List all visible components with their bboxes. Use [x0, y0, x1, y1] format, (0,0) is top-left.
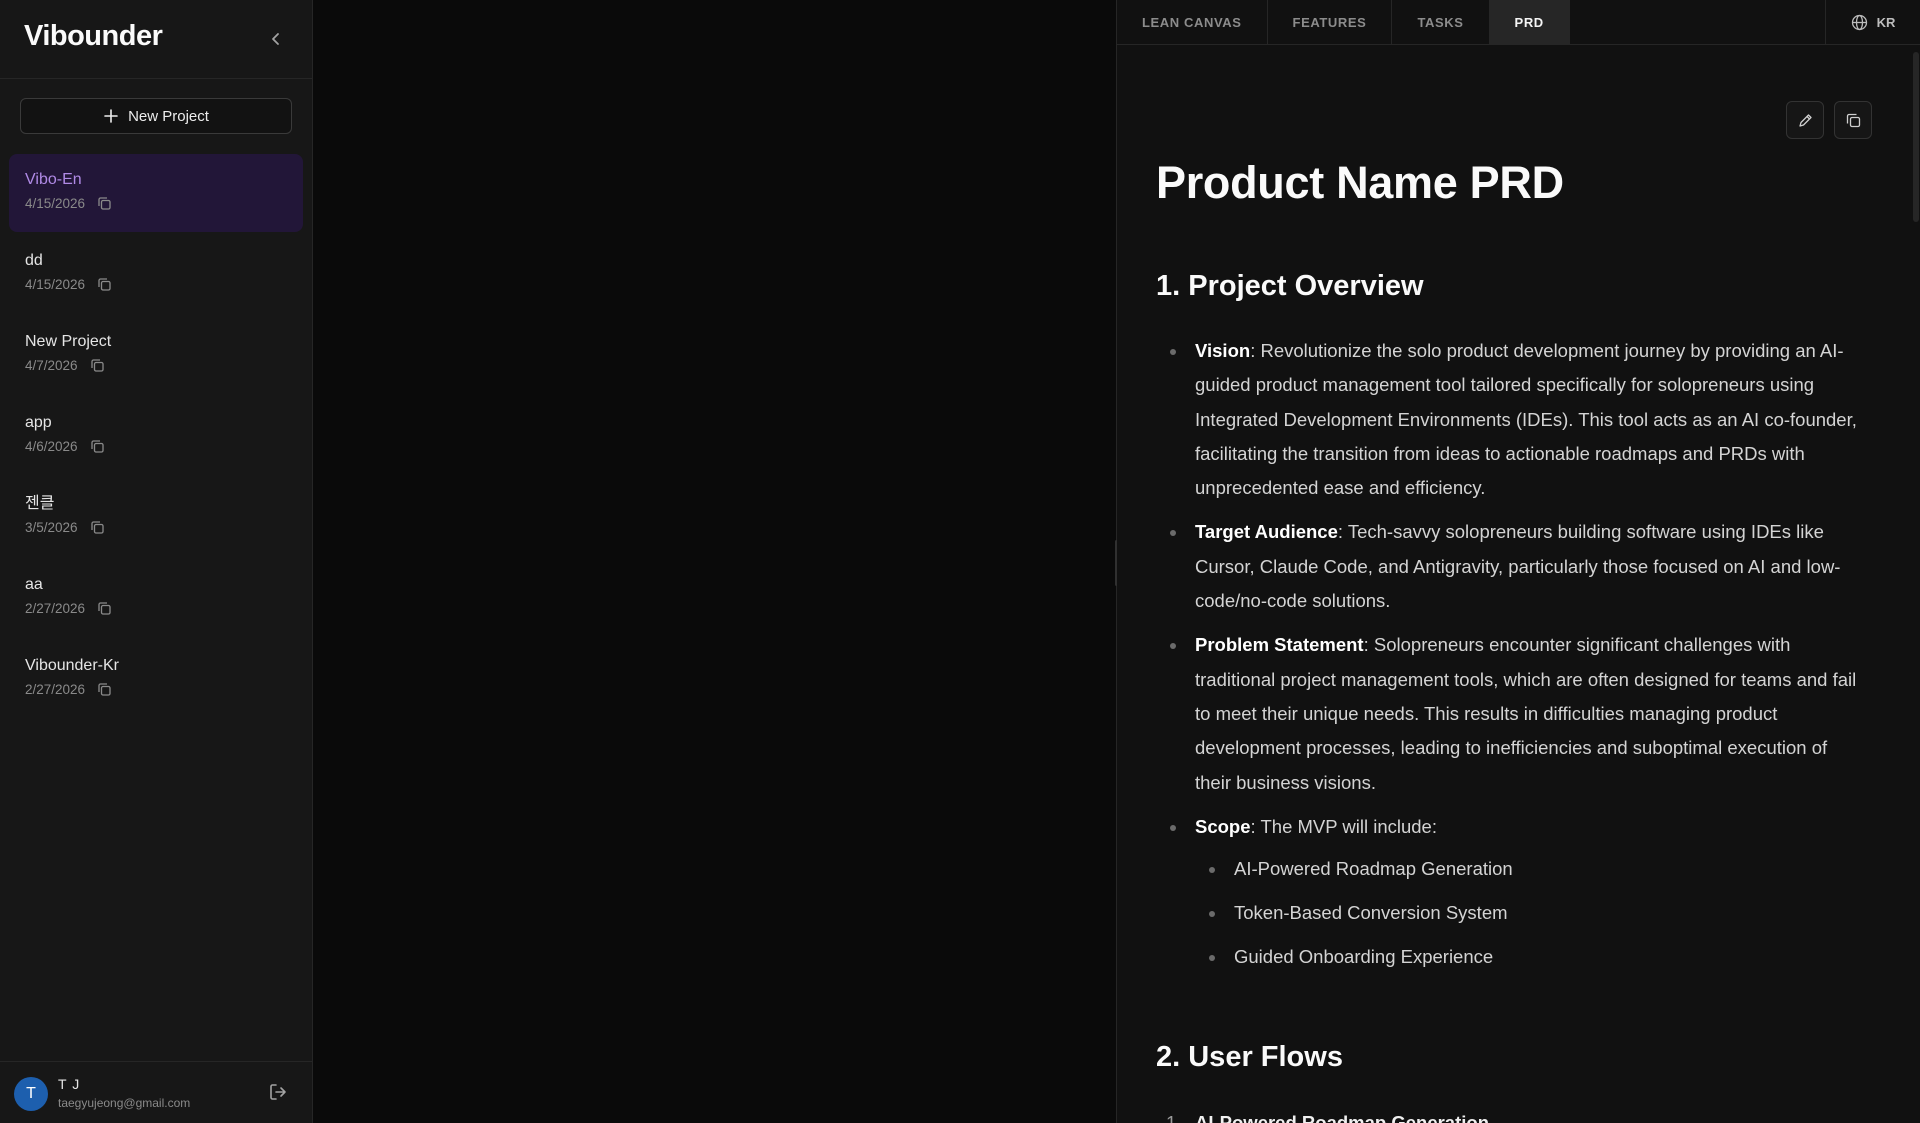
project-name: 젠클: [25, 495, 55, 512]
overview-list: Vision: Revolutionize the solo product d…: [1156, 334, 1868, 984]
list-item: 1. AI-Powered Roadmap Generation: [1156, 1106, 1489, 1123]
project-item-dd[interactable]: dd 4/15/2026: [9, 235, 303, 313]
new-project-label: New Project: [128, 107, 209, 125]
list-item-term: Target Audience: [1195, 521, 1338, 543]
logout-button[interactable]: [268, 1082, 288, 1107]
project-date: 4/15/2026: [25, 277, 86, 292]
copy-icon: [90, 359, 104, 372]
list-item-term: Vision: [1195, 340, 1251, 361]
logout-icon: [270, 1084, 286, 1100]
project-item-vibounder-kr[interactable]: Vibounder-Kr 2/27/2026: [9, 640, 303, 718]
user-name: T J: [58, 1076, 81, 1092]
project-date: 2/27/2026: [25, 682, 86, 697]
document-panel: LEAN CANVAS FEATURES TASKS PRD KR Produc…: [1117, 0, 1920, 1123]
project-date: 3/5/2026: [25, 520, 78, 535]
project-date: 2/27/2026: [25, 601, 86, 616]
project-name: app: [25, 414, 52, 431]
list-item: Target Audience: Tech-savvy solopreneurs…: [1156, 515, 1868, 618]
project-name: New Project: [25, 333, 112, 350]
user-profile: T T J taegyujeong@gmail.com: [0, 1061, 312, 1123]
list-item: AI-Powered Roadmap Generation: [1195, 852, 1868, 886]
project-date: 4/7/2026: [25, 358, 78, 373]
list-item-term: Scope: [1195, 815, 1251, 837]
user-email: taegyujeong@gmail.com: [58, 1096, 191, 1110]
project-item-korean[interactable]: 젠클 3/5/2026: [9, 478, 303, 556]
section-heading-user-flows: 2. User Flows: [1156, 1041, 1343, 1073]
copy-icon: [98, 197, 111, 210]
copy-document-button[interactable]: [1834, 101, 1872, 139]
project-item-aa[interactable]: aa 2/27/2026: [9, 559, 303, 637]
project-name: aa: [25, 576, 43, 593]
list-item-text: : The MVP will include:: [1250, 815, 1437, 837]
project-item-vibo-en[interactable]: Vibo-En 4/15/2026: [9, 154, 303, 232]
list-item-text: : Solopreneurs encounter significant cha…: [1195, 634, 1857, 793]
copy-icon: [98, 683, 111, 696]
list-item-text: AI-Powered Roadmap Generation: [1195, 1112, 1489, 1123]
copy-icon: [98, 278, 111, 291]
project-date: 4/6/2026: [25, 439, 78, 454]
section-heading-overview: 1. Project Overview: [1156, 270, 1424, 302]
tab-prd[interactable]: PRD: [1489, 0, 1570, 44]
list-item-number: 1.: [1166, 1112, 1182, 1123]
duplicate-project-button[interactable]: [90, 439, 105, 454]
list-item: Token-Based Conversion System: [1195, 896, 1868, 930]
scope-list: AI-Powered Roadmap Generation Token-Base…: [1195, 852, 1868, 974]
edit-button[interactable]: [1786, 101, 1824, 139]
chevron-left-icon: [272, 33, 279, 45]
project-date: 4/15/2026: [25, 196, 86, 211]
duplicate-project-button[interactable]: [90, 520, 105, 535]
project-item-new-project[interactable]: New Project 4/7/2026: [9, 316, 303, 394]
project-item-app[interactable]: app 4/6/2026: [9, 397, 303, 475]
pencil-icon: [1798, 113, 1812, 127]
list-item-text: : Revolutionize the solo product develop…: [1195, 340, 1857, 499]
project-name: Vibo-En: [25, 171, 82, 188]
copy-icon: [1846, 113, 1860, 127]
duplicate-project-button[interactable]: [97, 277, 112, 292]
duplicate-project-button[interactable]: [97, 601, 112, 616]
avatar: T: [14, 1077, 48, 1111]
plus-icon: [104, 109, 118, 123]
new-project-button[interactable]: New Project: [20, 98, 292, 134]
list-item-term: Problem Statement: [1195, 634, 1364, 656]
tab-features[interactable]: FEATURES: [1268, 0, 1393, 44]
scrollbar-thumb[interactable]: [1913, 52, 1919, 222]
main-canvas: [313, 0, 1116, 1123]
globe-icon: [1851, 14, 1867, 30]
tab-lean-canvas[interactable]: LEAN CANVAS: [1117, 0, 1268, 44]
prd-document: Product Name PRD 1. Project Overview Vis…: [1156, 150, 1866, 1123]
project-name: Vibounder-Kr: [25, 657, 119, 674]
list-item: Scope: The MVP will include: AI-Powered …: [1156, 810, 1868, 974]
sidebar-header: Vibounder: [0, 0, 312, 79]
list-item: Vision: Revolutionize the solo product d…: [1156, 334, 1868, 505]
list-item: Problem Statement: Solopreneurs encounte…: [1156, 628, 1868, 799]
app-logo: Vibounder: [24, 20, 163, 52]
collapse-sidebar-button[interactable]: [266, 28, 286, 50]
duplicate-project-button[interactable]: [90, 358, 105, 373]
list-item: Guided Onboarding Experience: [1195, 940, 1868, 974]
tab-tasks[interactable]: TASKS: [1392, 0, 1490, 44]
sidebar: Vibounder New Project Vibo-En 4/15/2026 …: [0, 0, 313, 1123]
copy-icon: [90, 440, 104, 453]
duplicate-project-button[interactable]: [97, 196, 112, 211]
duplicate-project-button[interactable]: [97, 682, 112, 697]
copy-icon: [90, 521, 104, 534]
tab-bar: LEAN CANVAS FEATURES TASKS PRD: [1117, 0, 1920, 45]
copy-icon: [98, 602, 111, 615]
project-name: dd: [25, 252, 43, 269]
language-toggle[interactable]: KR: [1825, 0, 1920, 44]
language-label: KR: [1876, 14, 1896, 30]
project-list: Vibo-En 4/15/2026 dd 4/15/2026 New Proje…: [9, 154, 303, 721]
document-title: Product Name PRD: [1156, 157, 1564, 208]
